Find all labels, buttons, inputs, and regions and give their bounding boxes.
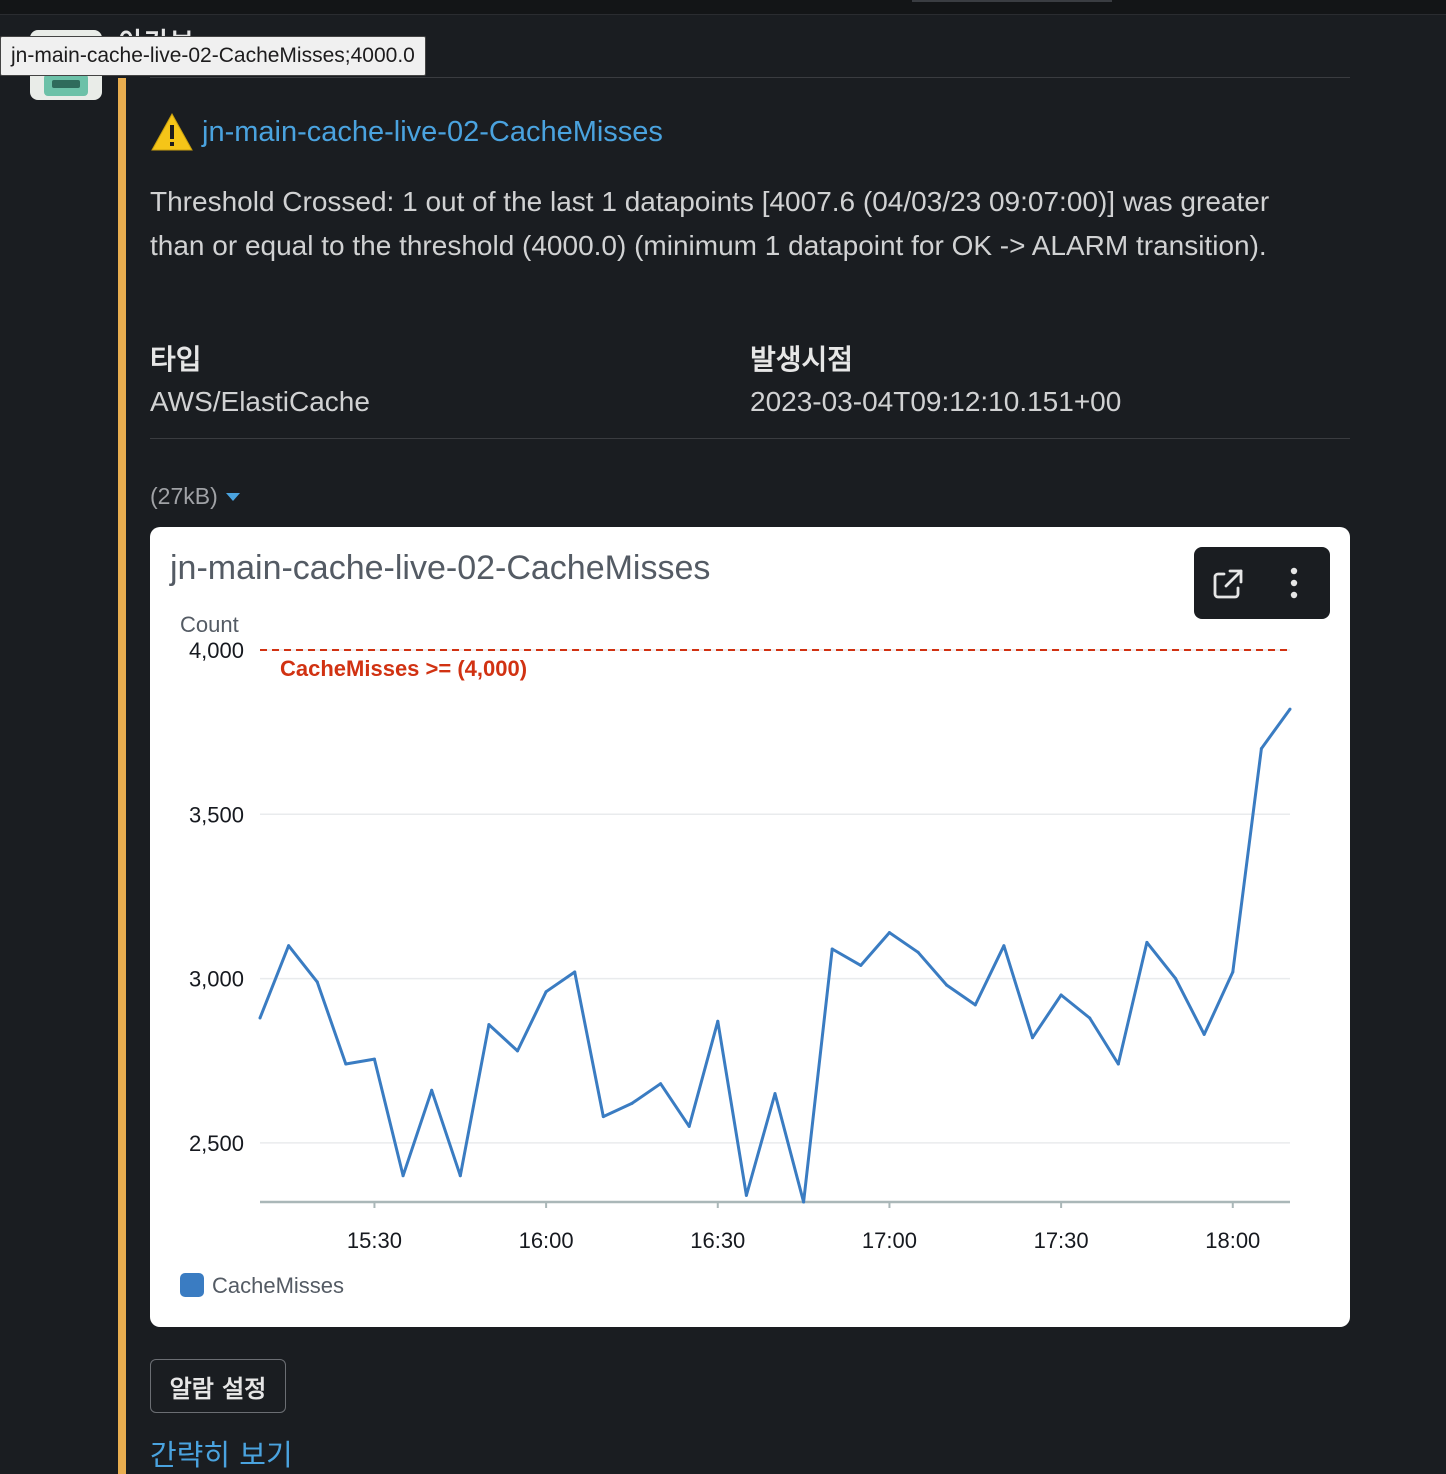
data-point	[458, 1174, 462, 1178]
legend-label-cachemisses: CacheMisses	[212, 1273, 344, 1298]
data-point	[802, 1200, 806, 1204]
data-point	[630, 1101, 634, 1105]
data-point	[916, 950, 920, 954]
field-type-value: AWS/ElastiCache	[150, 386, 370, 417]
attachment-toggle[interactable]: (27kB)	[150, 483, 240, 510]
hover-tooltip: jn-main-cache-live-02-CacheMisses;4000.0	[0, 36, 426, 76]
x-tick-label: 16:00	[519, 1228, 574, 1253]
y-tick-label: 3,500	[189, 802, 244, 827]
chart-action-bar	[1194, 547, 1330, 619]
x-tick-label: 17:30	[1034, 1228, 1089, 1253]
data-point	[687, 1124, 691, 1128]
data-point	[744, 1193, 748, 1197]
data-point	[601, 1115, 605, 1119]
field-time-value: 2023-03-04T09:12:10.151+00	[750, 386, 1122, 417]
data-point	[430, 1088, 434, 1092]
data-point	[659, 1082, 663, 1086]
data-point	[1116, 1062, 1120, 1066]
caret-down-icon[interactable]	[225, 492, 240, 501]
y-tick-label: 2,500	[189, 1131, 244, 1156]
data-point	[945, 983, 949, 987]
data-point	[1231, 970, 1235, 974]
attachment-accent-bar	[118, 78, 126, 1474]
data-point	[773, 1092, 777, 1096]
data-point	[573, 970, 577, 974]
data-point	[1031, 1036, 1034, 1040]
data-point	[1088, 1016, 1092, 1020]
scroll-indicator	[912, 0, 1112, 2]
data-point	[401, 1174, 405, 1178]
data-point	[516, 1049, 519, 1053]
x-tick-label: 15:30	[347, 1228, 402, 1253]
alarm-header: jn-main-cache-live-02-CacheMisses	[150, 112, 663, 152]
collapse-link[interactable]: 간략히 보기	[150, 1432, 293, 1474]
open-external-button[interactable]	[1194, 547, 1262, 619]
field-time-label: 발생시점	[750, 343, 854, 376]
avatar-grill	[52, 80, 80, 88]
data-point	[487, 1023, 491, 1027]
legend-swatch-cachemisses	[180, 1273, 204, 1297]
data-point	[1145, 940, 1149, 944]
data-point	[859, 963, 863, 967]
cachemisses-chart: jn-main-cache-live-02-CacheMisses Count 2,…	[169, 549, 1292, 1298]
divider	[150, 438, 1350, 439]
data-point	[258, 1016, 262, 1020]
x-tick-label: 18:00	[1205, 1228, 1260, 1253]
data-point	[315, 980, 319, 984]
data-point	[887, 931, 891, 935]
warning-icon	[151, 112, 193, 151]
data-point	[1174, 977, 1178, 981]
data-point	[830, 947, 834, 951]
more-vertical-icon	[1290, 567, 1298, 599]
x-tick-label: 17:00	[862, 1228, 917, 1253]
data-point	[1288, 707, 1292, 711]
data-point	[344, 1062, 348, 1066]
alarm-settings-button[interactable]: 알람 설정	[150, 1359, 286, 1413]
data-point	[1259, 747, 1263, 751]
field-time: 발생시점 2023-03-04T09:12:10.151+00	[750, 338, 1121, 418]
alarm-message: Threshold Crossed: 1 out of the last 1 d…	[150, 186, 1270, 261]
data-point	[716, 1019, 720, 1023]
data-point	[1002, 944, 1006, 948]
x-tick-label: 16:30	[690, 1228, 745, 1253]
field-type: 타입 AWS/ElastiCache	[150, 338, 370, 418]
data-point	[973, 1003, 977, 1007]
data-point	[1059, 993, 1063, 997]
y-tick-label: 4,000	[189, 638, 244, 663]
file-size-label: (27kB)	[150, 483, 218, 509]
divider	[150, 77, 1350, 78]
y-tick-label: 3,000	[189, 967, 244, 992]
series-line-cachemisses	[258, 708, 1292, 1204]
field-type-label: 타입	[150, 343, 202, 376]
external-link-icon	[1213, 569, 1243, 599]
data-point	[372, 1057, 376, 1061]
y-axis-label: Count	[180, 612, 239, 637]
alarm-title-link[interactable]: jn-main-cache-live-02-CacheMisses	[202, 116, 663, 149]
data-point	[544, 990, 548, 994]
data-point	[1202, 1032, 1206, 1036]
avatar-robot	[44, 74, 88, 96]
threshold-label: CacheMisses >= (4,000)	[280, 656, 527, 681]
top-strip	[0, 0, 1446, 15]
chart-title: jn-main-cache-live-02-CacheMisses	[169, 549, 710, 587]
data-point	[287, 944, 291, 948]
chart-image[interactable]: jn-main-cache-live-02-CacheMisses Count 2,…	[150, 527, 1350, 1327]
more-options-button[interactable]	[1262, 547, 1330, 619]
